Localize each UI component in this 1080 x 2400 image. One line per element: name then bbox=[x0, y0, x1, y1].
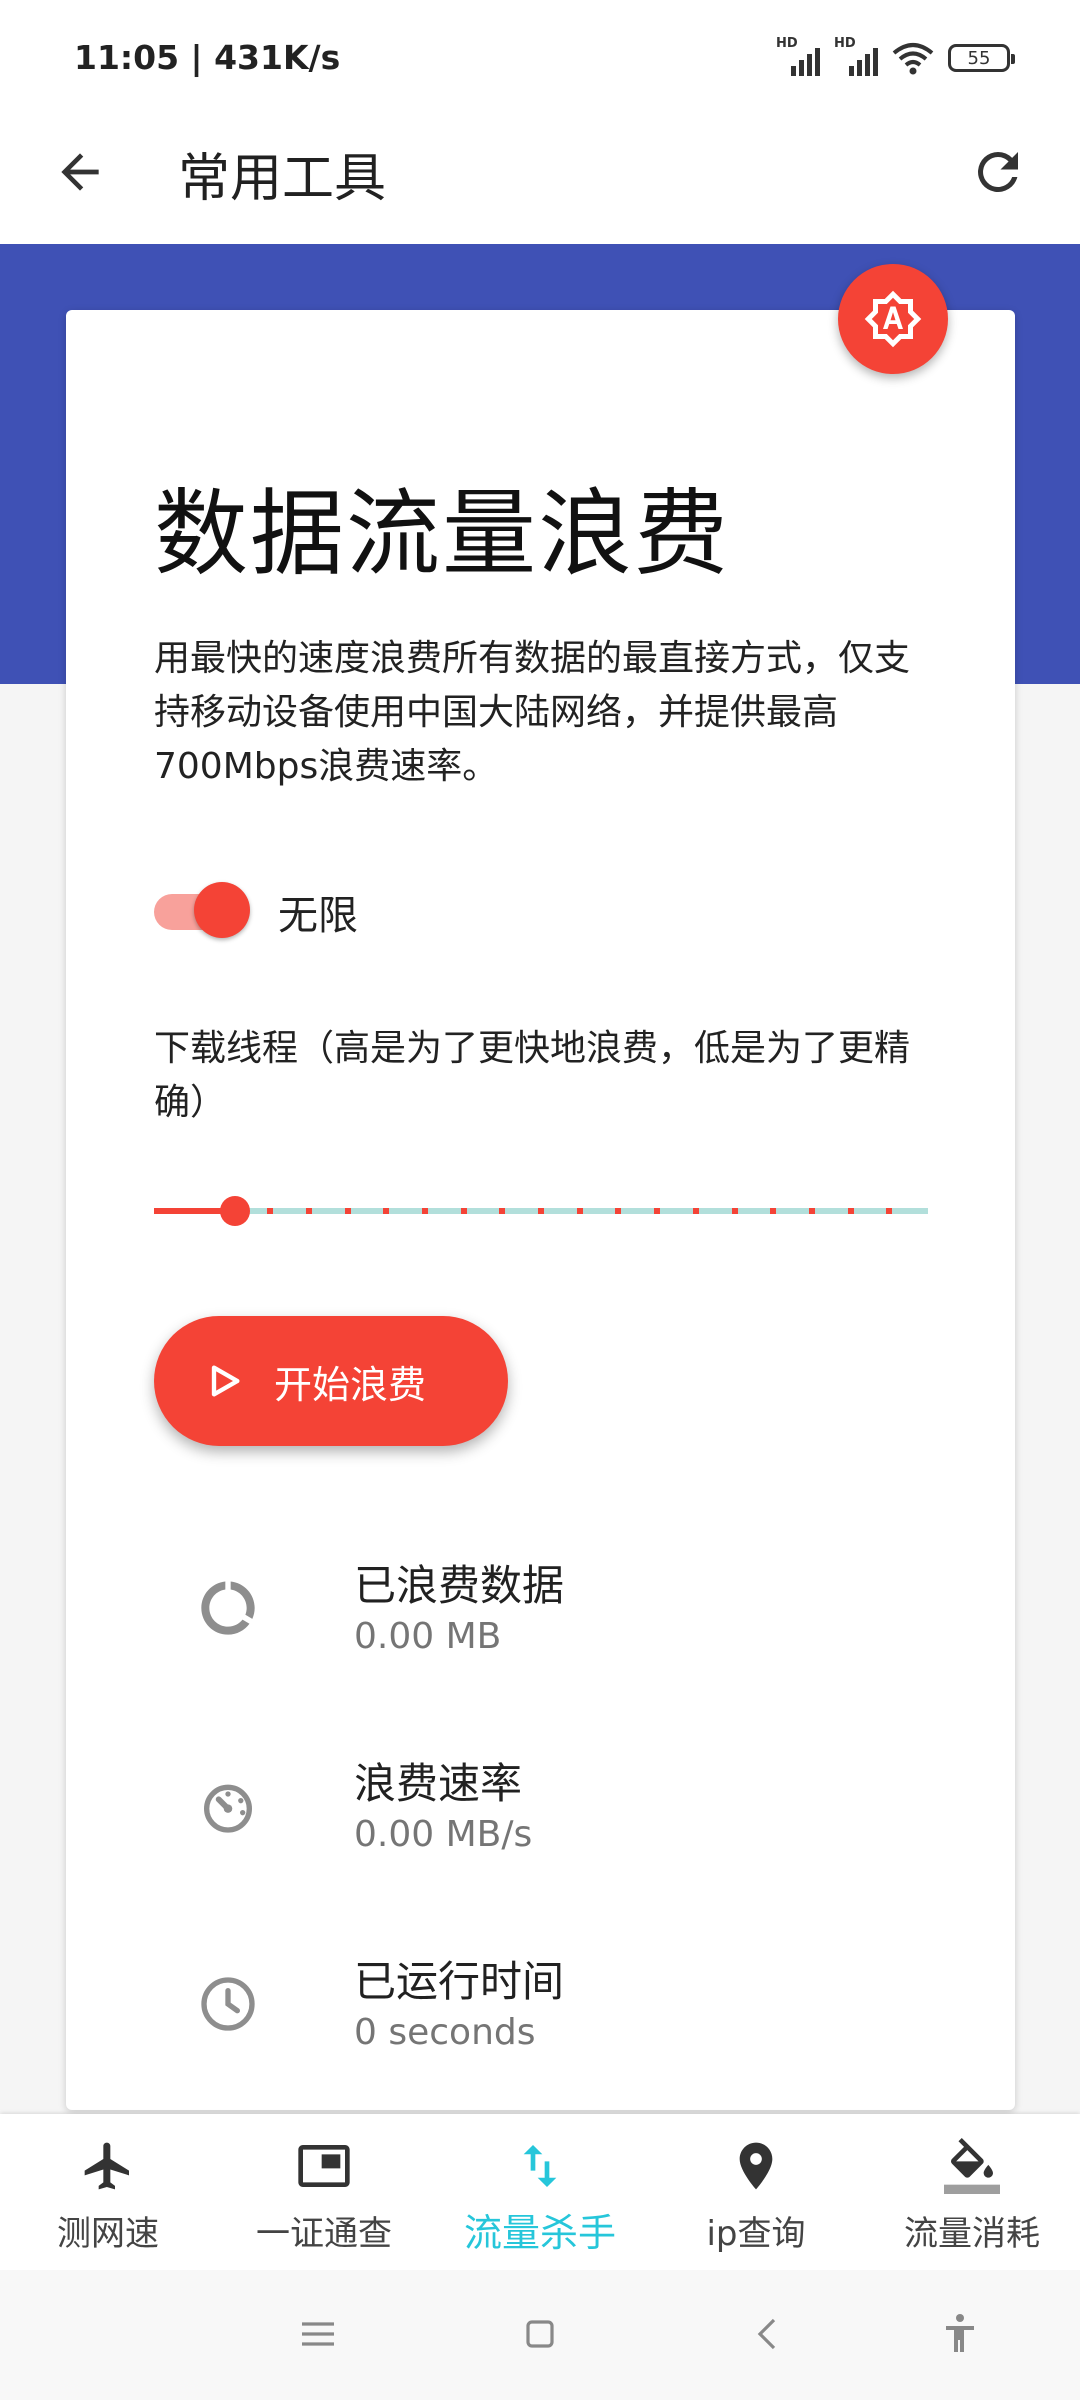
battery-icon: 55 bbox=[948, 44, 1015, 72]
stat-run-time: 已运行时间 0 seconds bbox=[196, 1948, 956, 2068]
slider-tick bbox=[654, 1208, 660, 1214]
location-pin-icon bbox=[739, 2142, 773, 2190]
stat-wasted-data: 已浪费数据 0.00 MB bbox=[196, 1552, 956, 1672]
menu-icon[interactable] bbox=[294, 2310, 342, 2358]
stat-name: 已运行时间 bbox=[354, 1957, 565, 2006]
picture-in-picture-icon bbox=[298, 2145, 350, 2187]
unlimited-label: 无限 bbox=[278, 893, 358, 939]
app-bar: 常用工具 bbox=[0, 116, 1080, 244]
nav-label: 流量杀手 bbox=[463, 2211, 616, 2255]
signal-icon: HD bbox=[776, 36, 820, 76]
stat-name: 浪费速率 bbox=[354, 1759, 523, 1808]
slider-tick bbox=[732, 1208, 738, 1214]
slider-tick bbox=[190, 1208, 196, 1214]
nav-item-id-check[interactable]: 一证通查 bbox=[216, 2114, 432, 2270]
play-icon bbox=[211, 1365, 240, 1397]
speedometer-icon bbox=[204, 1784, 252, 1833]
stat-name: 已浪费数据 bbox=[354, 1561, 565, 1610]
accessibility-icon[interactable] bbox=[936, 2310, 984, 2358]
slider-tick bbox=[809, 1208, 815, 1214]
unlimited-toggle[interactable] bbox=[154, 882, 254, 942]
data-usage-icon bbox=[201, 1581, 255, 1635]
slider-tick bbox=[770, 1208, 776, 1214]
page-title: 常用工具 bbox=[178, 149, 387, 209]
slider-thumb[interactable] bbox=[220, 1196, 250, 1226]
slider-tick bbox=[886, 1208, 892, 1214]
signal-icon: HD bbox=[834, 36, 878, 76]
slider-tick bbox=[693, 1208, 699, 1214]
card-title: 数据流量浪费 bbox=[154, 480, 731, 589]
stat-waste-rate: 浪费速率 0.00 MB/s bbox=[196, 1750, 956, 1870]
nav-item-ip-lookup[interactable]: ip查询 bbox=[648, 2114, 864, 2270]
slider-tick bbox=[461, 1208, 467, 1214]
slider-tick bbox=[848, 1208, 854, 1214]
stat-value: 0 seconds bbox=[354, 2012, 536, 2053]
clock-icon bbox=[201, 1977, 255, 2031]
slider-tick bbox=[422, 1208, 428, 1214]
home-icon[interactable] bbox=[516, 2310, 564, 2358]
nav-item-traffic-killer[interactable]: 流量杀手 bbox=[432, 2114, 648, 2270]
slider-tick bbox=[383, 1208, 389, 1214]
unlimited-toggle-row: 无限 bbox=[154, 882, 358, 942]
slider-tick bbox=[267, 1208, 273, 1214]
paint-bucket-icon bbox=[944, 2138, 1000, 2194]
back-nav-icon[interactable] bbox=[744, 2310, 792, 2358]
start-waste-button[interactable]: 开始浪费 bbox=[154, 1316, 508, 1446]
bottom-nav: 测网速 一证通查 流量杀手 ip查询 流量消耗 bbox=[0, 2114, 1080, 2270]
slider-tick bbox=[499, 1208, 505, 1214]
nav-item-traffic-consume[interactable]: 流量消耗 bbox=[864, 2114, 1080, 2270]
card-description: 用最快的速度浪费所有数据的最直接方式，仅支持移动设备使用中国大陆网络，并提供最高… bbox=[154, 638, 911, 787]
swap-vertical-icon bbox=[523, 2145, 557, 2187]
slider-tick bbox=[538, 1208, 544, 1214]
nav-label: 流量消耗 bbox=[904, 2214, 1040, 2254]
auto-mode-button[interactable] bbox=[838, 264, 948, 374]
arrow-back-icon[interactable] bbox=[52, 144, 108, 200]
nav-label: ip查询 bbox=[706, 2214, 806, 2254]
wifi-icon bbox=[892, 43, 934, 75]
start-waste-label: 开始浪费 bbox=[274, 1362, 427, 1407]
nav-item-speed-test[interactable]: 测网速 bbox=[0, 2114, 216, 2270]
slider-tick bbox=[615, 1208, 621, 1214]
nav-label: 测网速 bbox=[57, 2214, 159, 2254]
slider-tick bbox=[306, 1208, 312, 1214]
threads-slider[interactable] bbox=[154, 1186, 928, 1236]
slider-tick bbox=[577, 1208, 583, 1214]
nav-label: 一证通查 bbox=[256, 2214, 392, 2254]
status-time: 11:05 | 431K/s bbox=[74, 38, 341, 77]
threads-label: 下载线程（高是为了更快地浪费，低是为了更精确） bbox=[154, 1028, 911, 1123]
stat-value: 0.00 MB/s bbox=[354, 1814, 533, 1855]
brightness-auto-icon bbox=[864, 290, 922, 348]
main-card: 数据流量浪费 用最快的速度浪费所有数据的最直接方式，仅支持移动设备使用中国大陆网… bbox=[66, 310, 1015, 2110]
status-icons: HD HD 55 bbox=[776, 36, 1015, 80]
status-bar: 11:05 | 431K/s HD HD 55 bbox=[0, 0, 1080, 116]
system-nav-bar bbox=[0, 2270, 1080, 2400]
airplane-icon bbox=[84, 2142, 129, 2190]
stat-value: 0.00 MB bbox=[354, 1616, 502, 1657]
slider-tick bbox=[345, 1208, 351, 1214]
refresh-icon[interactable] bbox=[968, 142, 1028, 202]
